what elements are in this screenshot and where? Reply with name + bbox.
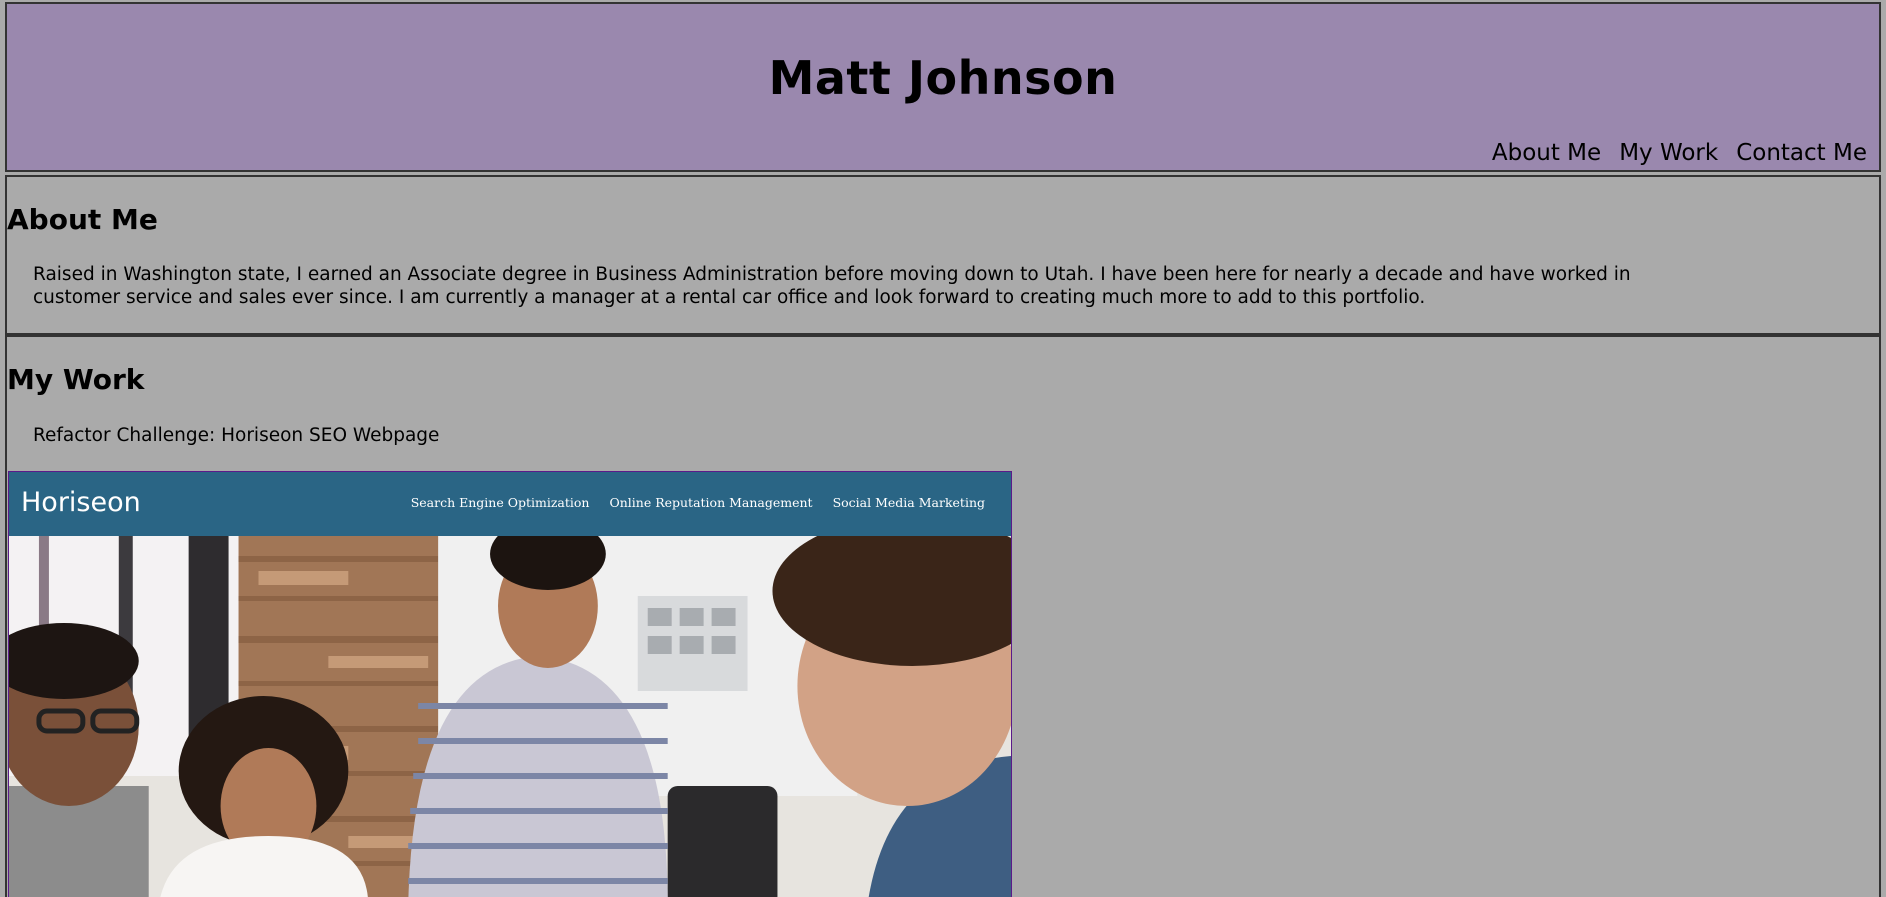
about-text: Raised in Washington state, I earned an … xyxy=(33,264,1631,308)
about-section: About Me Raised in Washington state, I e… xyxy=(5,175,1881,335)
nav-link-contact-me[interactable]: Contact Me xyxy=(1736,138,1867,168)
site-title: Matt Johnson xyxy=(768,51,1118,105)
work-heading: My Work xyxy=(7,363,145,396)
thumbnail-link: Social Media Marketing xyxy=(832,495,985,510)
about-heading: About Me xyxy=(7,203,158,236)
team-meeting-photo xyxy=(9,536,1011,897)
thumbnail-links: Search Engine Optimization Online Reputa… xyxy=(411,494,985,512)
work-section: My Work Refactor Challenge: Horiseon SEO… xyxy=(5,335,1881,897)
work-item-label[interactable]: Refactor Challenge: Horiseon SEO Webpage xyxy=(33,424,439,448)
nav-link-my-work[interactable]: My Work xyxy=(1619,138,1718,168)
thumbnail-link: Search Engine Optimization xyxy=(410,495,590,510)
thumbnail-link: Online Reputation Management xyxy=(609,495,813,510)
site-header: Matt Johnson About Me My Work Contact Me xyxy=(5,2,1881,172)
work-item-thumbnail[interactable]: Horiseon Search Engine Optimization Onli… xyxy=(8,471,1012,897)
portfolio-page: Matt Johnson About Me My Work Contact Me… xyxy=(0,0,1886,897)
nav-link-about-me[interactable]: About Me xyxy=(1492,138,1601,168)
thumbnail-nav-bar: Horiseon Search Engine Optimization Onli… xyxy=(9,472,1011,536)
main-nav: About Me My Work Contact Me xyxy=(1492,138,1867,168)
thumbnail-logo: Horiseon xyxy=(21,487,141,518)
